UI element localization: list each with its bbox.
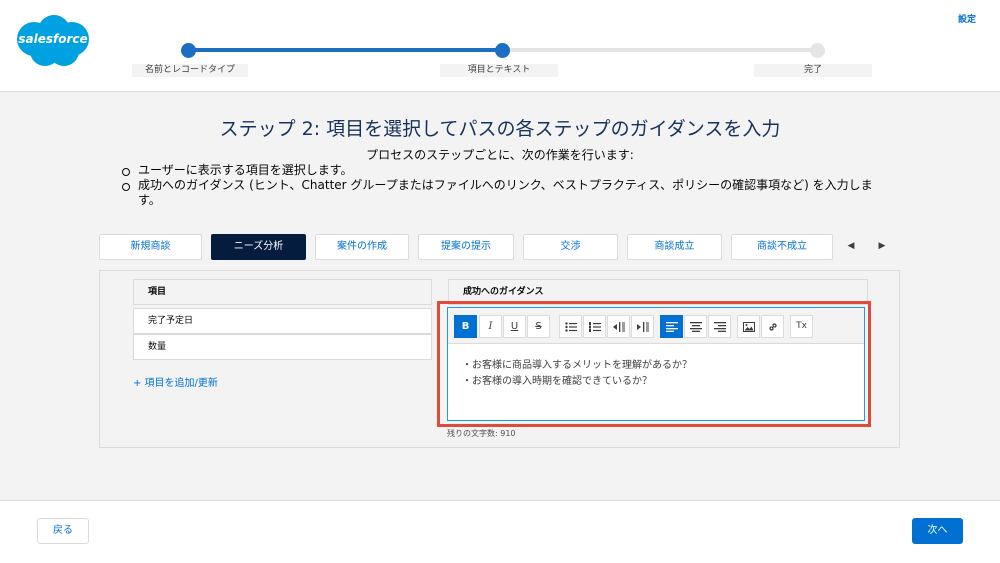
editor-toolbar: B I U S Tx — [448, 308, 864, 344]
align-left-button[interactable] — [660, 315, 683, 338]
instruction-item: 成功へのガイダンス (ヒント、Chatter グループまたはファイルへのリンク、… — [120, 178, 895, 208]
path-tab-proposal[interactable]: 提案の提示 — [418, 234, 514, 260]
bulleted-list-icon — [564, 322, 577, 332]
strikethrough-button[interactable]: S — [527, 315, 550, 338]
bold-button[interactable]: B — [454, 315, 477, 338]
step-2-marker — [495, 43, 510, 58]
italic-button[interactable]: I — [479, 315, 502, 338]
link-icon — [768, 323, 777, 331]
indent-button[interactable] — [631, 315, 654, 338]
step-2-label: 項目とテキスト — [440, 64, 558, 77]
intro-text: プロセスのステップごとに、次の作業を行います: — [366, 148, 634, 162]
step-3-marker — [810, 43, 825, 58]
guidance-line: ・お客様の導入時期を確認できているか？ — [462, 376, 652, 387]
instruction-list: ユーザーに表示する項目を選択します。 成功へのガイダンス (ヒント、Chatte… — [120, 163, 895, 208]
path-tab-new-opportunity[interactable]: 新規商談 — [99, 234, 202, 260]
path-tab-create-deal[interactable]: 案件の作成 — [315, 234, 409, 260]
numbered-list-button[interactable] — [583, 315, 606, 338]
outdent-button[interactable] — [607, 315, 630, 338]
path-tab-closed-won[interactable]: 商談成立 — [627, 234, 722, 260]
next-button[interactable]: 次へ — [912, 518, 963, 544]
wizard-progress-fill — [188, 48, 503, 52]
next-arrow-icon[interactable]: ▶ — [876, 240, 888, 252]
step-3-label: 完了 — [754, 64, 872, 77]
wizard-footer: 戻る 次へ — [0, 500, 1000, 563]
insert-image-button[interactable] — [737, 315, 760, 338]
salesforce-logo: salesforce — [12, 13, 94, 69]
instruction-item: ユーザーに表示する項目を選択します。 — [120, 163, 895, 178]
field-row: 数量 — [133, 334, 432, 360]
remaining-characters: 残りの文字数: 910 — [447, 429, 516, 438]
outdent-icon — [612, 322, 625, 332]
logo-text: salesforce — [18, 32, 88, 46]
indent-icon — [636, 322, 649, 332]
field-row: 完了予定日 — [133, 308, 432, 334]
align-center-icon — [689, 322, 702, 332]
fields-column-header: 項目 — [133, 279, 432, 305]
guidance-text-content[interactable]: ・お客様に商品導入するメリットを理解があるか？ ・お客様の導入時期を確認できてい… — [462, 358, 852, 390]
underline-button[interactable]: U — [503, 315, 526, 338]
back-button[interactable]: 戻る — [37, 518, 89, 544]
clear-formatting-button[interactable]: Tx — [790, 315, 813, 338]
guidance-line: ・お客様に商品導入するメリットを理解があるか？ — [462, 360, 692, 371]
insert-link-button[interactable] — [761, 315, 784, 338]
guidance-rich-text-editor[interactable]: B I U S Tx ・お客様に商品導入するメリットを理解があるか？ ・お客様の… — [447, 307, 865, 421]
align-right-icon — [713, 322, 726, 332]
align-center-button[interactable] — [684, 315, 707, 338]
path-tab-needs-analysis[interactable]: ニーズ分析 — [211, 234, 306, 260]
align-left-icon — [665, 322, 678, 332]
step-1-marker — [181, 43, 196, 58]
path-tab-negotiation[interactable]: 交渉 — [523, 234, 618, 260]
align-right-button[interactable] — [708, 315, 731, 338]
settings-link[interactable]: 設定 — [958, 12, 976, 25]
path-tab-closed-lost[interactable]: 商談不成立 — [731, 234, 833, 260]
image-icon — [742, 322, 755, 332]
bulleted-list-button[interactable] — [559, 315, 582, 338]
app-header: salesforce 設定 名前とレコードタイプ 項目とテキスト 完了 — [0, 0, 1000, 92]
step-1-label: 名前とレコードタイプ — [132, 64, 248, 77]
prev-arrow-icon[interactable]: ◀ — [845, 240, 857, 252]
numbered-list-icon — [588, 322, 601, 332]
page-title: ステップ 2: 項目を選択してパスの各ステップのガイダンスを入力 — [219, 118, 781, 140]
add-update-fields-link[interactable]: + 項目を追加/更新 — [133, 374, 218, 389]
